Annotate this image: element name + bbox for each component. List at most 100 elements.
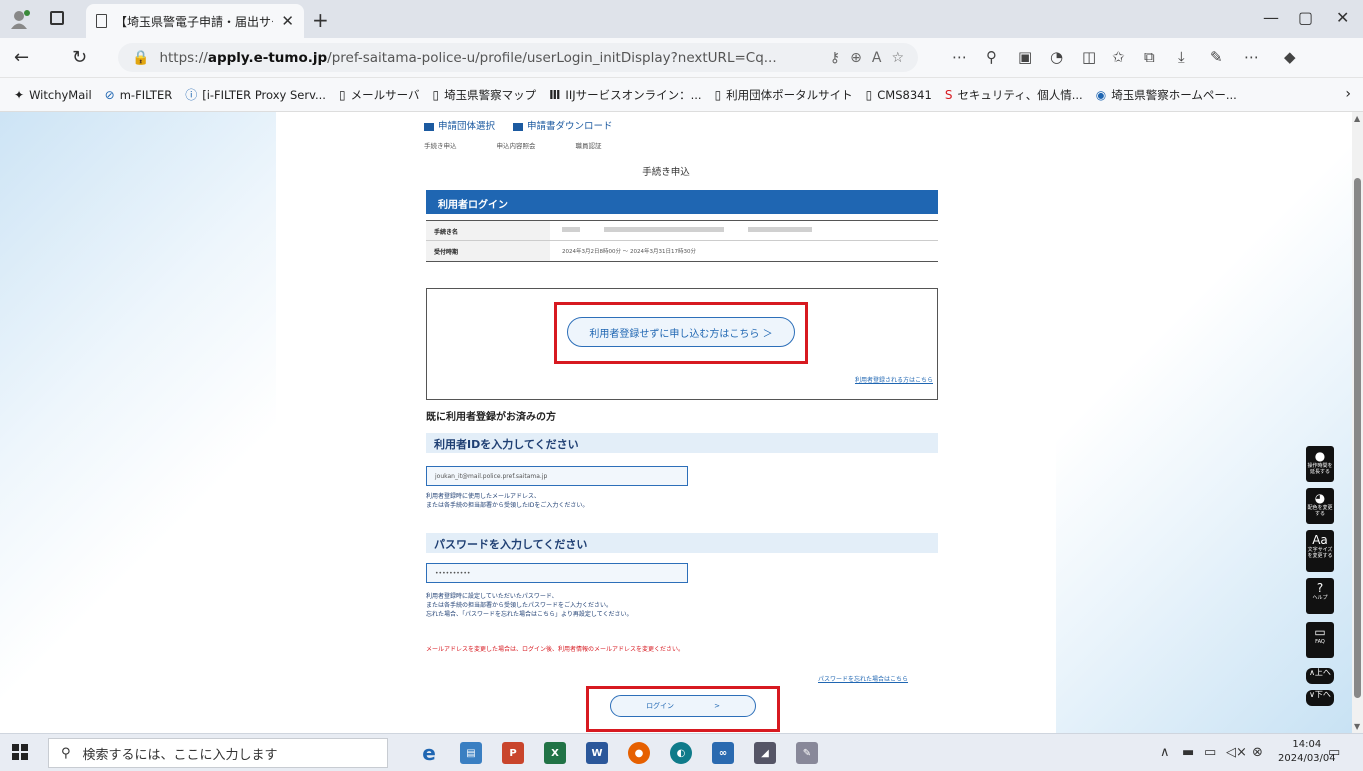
firefox-icon[interactable]: ● <box>628 742 650 764</box>
split-screen-icon[interactable]: ◫ <box>1082 48 1096 66</box>
tab-actions-icon[interactable] <box>50 11 64 25</box>
bookmark-item[interactable]: ▯ CMS8341 <box>866 88 932 102</box>
page-icon: ▯ <box>865 87 873 102</box>
word-icon[interactable]: W <box>586 742 608 764</box>
extensions-icon[interactable]: ✎ <box>1210 48 1223 66</box>
user-id-header: 利用者IDを入力してください <box>426 433 938 453</box>
login-section-header: 利用者ログイン <box>426 190 938 214</box>
faq-button[interactable]: ▭ FAQ <box>1306 622 1334 658</box>
app-icon[interactable]: ✎ <box>796 742 818 764</box>
password-note: 利用者登録時に設定していただいたパスワード、 または各手続の担当部署から受領した… <box>426 593 633 618</box>
volume-icon[interactable]: ◁× <box>1226 745 1247 760</box>
user-id-input[interactable]: joukan_it@mail.police.pref.saitama.jp <box>426 466 688 486</box>
crumb-item[interactable]: 手続き申込 <box>424 140 457 150</box>
profile-icon[interactable] <box>10 9 32 29</box>
browser-tab[interactable]: 【埼玉県警電子申請・届出サービス】 ✕ <box>86 4 304 38</box>
read-aloud-icon[interactable]: A <box>872 50 882 66</box>
taskbar-search[interactable]: ⚲ 検索するには、ここに入力します <box>48 738 388 768</box>
font-size-button[interactable]: Aa 文字サイズを変更する <box>1306 530 1334 572</box>
operation-icon: ● <box>1314 449 1326 463</box>
nav-download-forms[interactable]: 申請書ダウンロード <box>513 118 613 132</box>
address-bar[interactable]: 🔒 https://apply.e-tumo.jp/pref-saitama-p… <box>118 43 918 72</box>
address-row: ← ↻ 🔒 https://apply.e-tumo.jp/pref-saita… <box>0 38 1363 78</box>
page-title: 手続き申込 <box>642 167 690 178</box>
email-change-warning: メールアドレスを変更した場合は、ログイン後、利用者情報のメールアドレスを変更くだ… <box>426 646 685 653</box>
collections-icon[interactable]: ⧉ <box>1144 48 1155 66</box>
new-tab-icon[interactable]: + <box>312 8 329 32</box>
close-tab-icon[interactable]: ✕ <box>281 12 294 30</box>
forgot-password-link[interactable]: パスワードを忘れた場合はこちら <box>818 674 908 683</box>
monitor-icon[interactable]: ▭ <box>1204 745 1216 760</box>
app-icon[interactable]: ◢ <box>754 742 776 764</box>
chevron-up-icon[interactable]: ∧ <box>1160 745 1170 760</box>
shield-icon: S <box>944 87 953 102</box>
faq-icon: ▭ <box>1314 625 1326 639</box>
scrollbar-thumb[interactable] <box>1354 178 1361 698</box>
extension-icon[interactable]: ▣ <box>1018 48 1032 66</box>
bookmark-item[interactable]: ⓘ [i-FILTER Proxy Serv... <box>185 86 326 103</box>
crumb-item[interactable]: 職員認証 <box>576 140 602 150</box>
status-icon[interactable]: ⊗ <box>1252 745 1263 760</box>
police-icon: ◉ <box>1095 87 1107 102</box>
download-form-icon <box>513 122 524 131</box>
help-button[interactable]: ? ヘルプ <box>1306 578 1334 614</box>
refresh-icon[interactable]: ↻ <box>72 47 87 68</box>
favorite-star-icon[interactable]: ☆ <box>891 50 904 66</box>
color-scheme-button[interactable]: ◕ 配色を変更する <box>1306 488 1334 524</box>
bookmark-item[interactable]: ▯ 埼玉県警察マップ <box>432 87 536 103</box>
copilot-icon[interactable]: ◆ <box>1284 48 1296 66</box>
favorites-icon[interactable]: ✩ <box>1112 48 1125 66</box>
zoom-icon[interactable]: ⊕ <box>850 50 862 66</box>
scroll-down-arrow-icon[interactable]: ▼ <box>1354 722 1360 731</box>
register-link[interactable]: 利用者登録される方はこちら <box>855 375 933 384</box>
extension-icon[interactable]: ⋯ <box>952 48 967 66</box>
tab-title: 【埼玉県警電子申請・届出サービス】 <box>115 14 273 29</box>
building-icon <box>424 122 434 131</box>
minimize-icon[interactable]: — <box>1263 8 1279 27</box>
scroll-up-button[interactable]: ∧上へ <box>1306 668 1334 684</box>
network-icon[interactable]: ▬ <box>1182 745 1194 760</box>
windows-start-icon[interactable] <box>12 744 28 760</box>
bookmarks-bar: ✦ WitchyMail ⊘ m-FILTER ⓘ [i-FILTER Proxy S… <box>0 78 1363 112</box>
restore-icon[interactable]: ▢ <box>1298 8 1313 27</box>
scroll-up-arrow-icon[interactable]: ▲ <box>1354 114 1360 123</box>
extension-icon[interactable]: ⚲ <box>986 48 997 66</box>
vertical-scrollbar[interactable]: ▲ ▼ <box>1352 112 1363 733</box>
iij-icon: Ⅲ <box>549 87 561 102</box>
excel-icon[interactable]: X <box>544 742 566 764</box>
powerpoint-icon[interactable]: P <box>502 742 524 764</box>
taskbar: ⚲ 検索するには、ここに入力します e ▤ P X W ● ◐ ∞ ◢ ✎ ∧ … <box>0 733 1363 771</box>
ie-icon[interactable]: e <box>418 741 440 765</box>
extension-icon[interactable]: ◔ <box>1050 48 1063 66</box>
extend-time-button[interactable]: ● 操作時間を延長する <box>1306 446 1334 482</box>
lock-icon[interactable]: 🔒 <box>132 50 149 66</box>
file-explorer-icon[interactable]: ▤ <box>460 742 482 764</box>
bookmark-item[interactable]: ⊘ m-FILTER <box>105 88 173 102</box>
bookmark-item[interactable]: S セキュリティ、個人情... <box>945 87 1083 103</box>
password-input[interactable]: •••••••••• <box>426 563 688 583</box>
bookmark-item[interactable]: ▯ メールサーバ <box>339 87 420 103</box>
page-viewport: 申請団体選択 申請書ダウンロード 手続き申込 申込内容照会 職員認証 手続き申込… <box>0 112 1352 733</box>
close-window-icon[interactable]: ✕ <box>1336 8 1349 27</box>
breadcrumb: 手続き申込 申込内容照会 職員認証 <box>424 140 602 150</box>
back-icon[interactable]: ← <box>14 47 29 68</box>
more-icon[interactable]: ⋯ <box>1244 48 1259 66</box>
password-header: パスワードを入力してください <box>426 533 938 553</box>
key-icon[interactable]: ⚷ <box>830 50 840 66</box>
bookmark-item[interactable]: ◉ 埼玉県警察ホームペー... <box>1096 87 1237 103</box>
notification-icon[interactable]: ▭ <box>1328 745 1340 760</box>
crumb-item[interactable]: 申込内容照会 <box>497 140 536 150</box>
bookmark-item[interactable]: Ⅲ IIJサービスオンライン：... <box>549 87 701 103</box>
download-icon[interactable]: ⤓ <box>1178 48 1185 66</box>
app-icon[interactable]: ∞ <box>712 742 734 764</box>
registered-user-title: 既に利用者登録がお済みの方 <box>426 412 556 423</box>
info-label: 受付時期 <box>426 241 550 261</box>
bookmark-item[interactable]: ▯ 利用団体ポータルサイト <box>715 87 853 103</box>
scroll-down-button[interactable]: ∨下へ <box>1306 690 1334 706</box>
system-clock[interactable]: 14:04 2024/03/04 <box>1278 738 1336 766</box>
bookmark-item[interactable]: ✦ WitchyMail <box>14 88 92 102</box>
chevron-right-icon[interactable]: › <box>1345 86 1351 102</box>
nav-select-organization[interactable]: 申請団体選択 <box>424 118 495 132</box>
font-size-icon: Aa <box>1312 533 1328 547</box>
edge-icon[interactable]: ◐ <box>670 742 692 764</box>
